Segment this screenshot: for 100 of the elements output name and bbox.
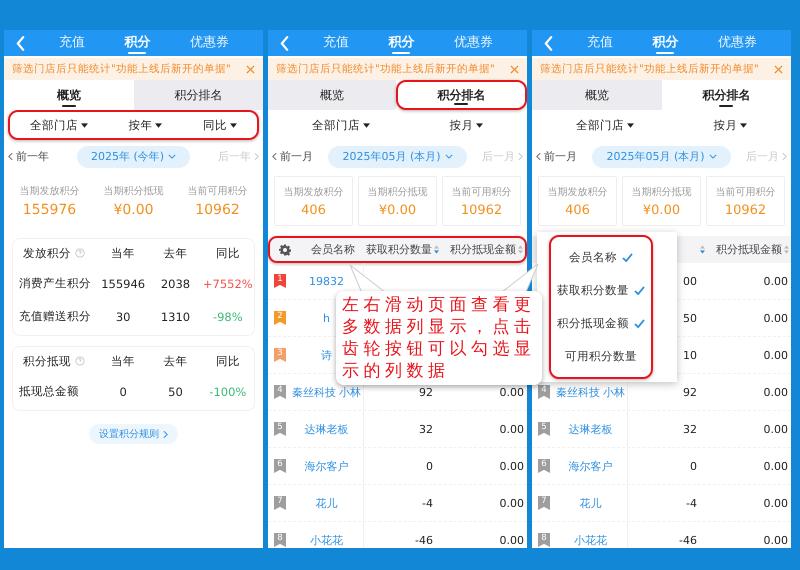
table-cell: 32 — [419, 422, 433, 436]
filter-dropdown[interactable]: 按年 — [128, 118, 162, 132]
close-icon[interactable] — [774, 64, 783, 74]
member-name[interactable]: 花儿 — [580, 496, 602, 510]
close-icon[interactable] — [246, 64, 255, 74]
help-icon[interactable] — [75, 356, 85, 366]
chevron-left-icon — [536, 152, 541, 161]
table-header-cell-text: 当年 — [110, 246, 136, 260]
table-cell: 0.00 — [764, 460, 788, 472]
filter-dropdown[interactable]: 全部门店 — [312, 118, 370, 132]
back-icon[interactable] — [280, 36, 289, 50]
member-name[interactable]: 19832 — [309, 274, 344, 288]
view-tab[interactable]: 概览 — [268, 80, 396, 110]
back-icon[interactable] — [544, 36, 553, 50]
table-cell: 50 — [683, 312, 697, 324]
stat-label: 当前可用积分 — [716, 186, 776, 198]
rank-badge: 5 — [538, 422, 550, 436]
close-icon[interactable] — [510, 64, 519, 74]
notice-text: 筛选门店后只能统计"功能上线后新开的单据" — [12, 62, 231, 76]
rank-badge: 8 — [274, 533, 286, 547]
menu-item[interactable]: 积分抵现金额 — [551, 307, 651, 340]
filter-dropdown[interactable]: 全部门店 — [576, 118, 634, 132]
back-icon[interactable] — [16, 36, 25, 50]
column-header[interactable]: 会员名称 — [311, 242, 355, 257]
member-name[interactable]: h — [323, 312, 330, 324]
menu-item[interactable]: 可用积分数量 — [551, 340, 651, 373]
period-selector[interactable]: 2025年 (今年) — [76, 146, 190, 168]
nav-tab[interactable]: 积分 — [124, 30, 150, 56]
filter-dropdown[interactable]: 同比 — [202, 118, 237, 132]
nav-tab[interactable]: 充值 — [586, 30, 613, 56]
member-name[interactable]: 花儿 — [316, 496, 338, 510]
filter-dropdown[interactable]: 按月 — [713, 118, 748, 132]
member-name[interactable]: 海尔客户 — [304, 458, 348, 474]
filter-dropdown[interactable]: 按月 — [449, 118, 484, 132]
change-value: -100% — [208, 384, 248, 398]
view-tab[interactable]: 概览 — [532, 80, 662, 110]
rank-badge: 4 — [538, 385, 550, 399]
sort-icon[interactable] — [518, 245, 523, 254]
table-header-cell-text: 去年 — [162, 246, 188, 260]
table-cell: -46 — [679, 534, 697, 546]
nav-tab[interactable]: 优惠券 — [454, 30, 494, 56]
table-cell-text: 155946 — [100, 276, 146, 290]
member-name[interactable]: 达琳老板 — [568, 422, 612, 436]
table-cell-text: 1310 — [160, 310, 192, 324]
settings-icon[interactable] — [279, 244, 291, 256]
table-title: 发放积分 — [23, 246, 71, 260]
nav-tab[interactable]: 充值 — [322, 30, 349, 56]
stat-value: ¥0.00 — [378, 202, 416, 218]
column-header[interactable]: 积分抵现金额 — [450, 242, 516, 257]
nav-tab[interactable]: 优惠券 — [190, 30, 230, 56]
rank-badge: 3 — [274, 348, 286, 362]
stat-label: 当期积分抵现 — [632, 186, 692, 198]
view-tab[interactable]: 积分排名 — [134, 80, 263, 110]
help-icon[interactable] — [75, 248, 85, 258]
stat-value: ¥0.00 — [642, 202, 680, 218]
member-name[interactable]: 达琳老板 — [304, 422, 348, 436]
row-label: 抵现总金额 — [18, 384, 80, 399]
sort-icon[interactable] — [434, 245, 439, 254]
table-cell: 10 — [683, 348, 697, 362]
table-cell: 0.00 — [500, 422, 524, 436]
member-name[interactable]: 秦丝科技 小林 — [556, 384, 626, 400]
table-cell: 0.00 — [764, 422, 788, 436]
view-tab[interactable]: 积分排名 — [396, 80, 527, 110]
chevron-right-icon — [782, 152, 787, 161]
member-name[interactable]: 小花花 — [574, 532, 607, 548]
column-header[interactable]: 获取积分数量 — [366, 242, 432, 257]
menu-item[interactable]: 会员名称 — [551, 241, 651, 274]
table-cell-text: 30 — [114, 310, 132, 324]
notice-text: 筛选门店后只能统计"功能上线后新开的单据" — [276, 62, 495, 76]
rules-button[interactable]: 设置积分规则 — [89, 424, 178, 444]
member-name[interactable]: 海尔客户 — [568, 458, 612, 474]
period-selector[interactable]: 2025年05月 (本月) — [328, 146, 467, 168]
prev-period-button[interactable]: 前一年 — [8, 149, 49, 164]
stat-value: ¥0.00 — [113, 202, 154, 218]
table-cell: 0 — [426, 460, 433, 472]
nav-tab[interactable]: 优惠券 — [718, 30, 758, 56]
menu-item[interactable]: 获取积分数量 — [551, 274, 651, 307]
rank-badge: 5 — [274, 422, 286, 436]
rank-badge: 8 — [538, 533, 550, 547]
member-name[interactable]: 诗 — [321, 348, 332, 362]
nav-tab[interactable]: 积分 — [388, 30, 414, 56]
chevron-left-icon — [8, 152, 13, 161]
table-title: 积分抵现 — [23, 354, 71, 368]
filter-dropdown[interactable]: 全部门店 — [30, 118, 88, 132]
nav-tab[interactable]: 充值 — [58, 30, 85, 56]
table-cell: 00 — [683, 274, 697, 288]
period-selector[interactable]: 2025年05月 (本月) — [592, 146, 731, 168]
member-name[interactable]: 秦丝科技 小林 — [292, 384, 362, 400]
prev-period-button[interactable]: 前一月 — [536, 149, 577, 164]
stat-label: 当期发放积分 — [20, 184, 80, 198]
caret-icon — [476, 122, 484, 128]
column-header[interactable]: 积分抵现金额 — [716, 242, 782, 257]
prev-period-button[interactable]: 前一月 — [272, 149, 313, 164]
sort-icon[interactable] — [700, 245, 705, 254]
sort-icon[interactable] — [784, 245, 789, 254]
member-name[interactable]: 小花花 — [310, 532, 343, 548]
table-cell: 0.00 — [500, 534, 524, 546]
table-cell: -4 — [422, 496, 433, 510]
nav-tab[interactable]: 积分 — [652, 30, 678, 56]
stat-value: 406 — [301, 202, 326, 218]
